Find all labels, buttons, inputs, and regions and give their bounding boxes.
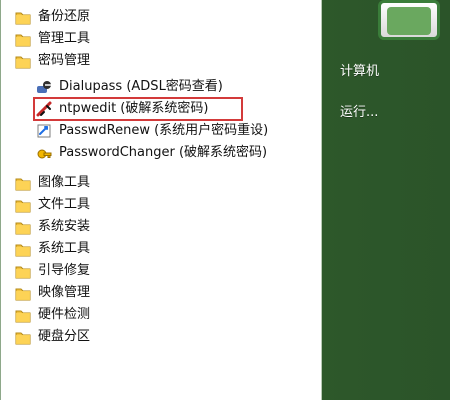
computer-link[interactable]: 计算机: [340, 60, 379, 79]
folder-icon: [14, 174, 32, 192]
folder-icon: [14, 284, 32, 302]
folder-icon: [14, 306, 32, 324]
start-menu: 备份还原 管理工具 密码管理 Dialupass (ADSL密码查看) ntpw…: [0, 0, 450, 400]
program-folder-backup-restore[interactable]: 备份还原: [14, 6, 335, 28]
folder-icon: [14, 262, 32, 280]
folder-icon: [14, 328, 32, 346]
program-label: 引导修复: [38, 263, 91, 278]
program-label: 文件工具: [38, 197, 91, 212]
program-item-passwordchanger[interactable]: PasswordChanger (破解系统密码): [35, 142, 356, 164]
program-folder-system-tools[interactable]: 系统工具: [14, 238, 335, 260]
program-label: PasswdRenew (系统用户密码重设): [59, 123, 269, 138]
program-folder-boot-repair[interactable]: 引导修复: [14, 260, 335, 282]
user-avatar[interactable]: [378, 0, 440, 40]
program-item-passwdrenew[interactable]: PasswdRenew (系统用户密码重设): [35, 120, 356, 142]
program-label: 管理工具: [38, 31, 91, 46]
folder-icon: [14, 196, 32, 214]
program-folder-admin-tools[interactable]: 管理工具: [14, 28, 335, 50]
run-label: 运行...: [340, 105, 379, 120]
program-folder-hardware-check[interactable]: 硬件检测: [14, 304, 335, 326]
folder-icon: [14, 30, 32, 48]
program-item-dialupass[interactable]: Dialupass (ADSL密码查看): [35, 76, 356, 98]
program-folder-file-tools[interactable]: 文件工具: [14, 194, 335, 216]
folder-icon: [14, 8, 32, 26]
program-folder-password-management[interactable]: 密码管理: [14, 50, 335, 72]
programs-panel: 备份还原 管理工具 密码管理 Dialupass (ADSL密码查看) ntpw…: [0, 0, 322, 400]
folder-icon: [14, 240, 32, 258]
program-label: PasswordChanger (破解系统密码): [59, 145, 268, 160]
program-label: 硬件检测: [38, 307, 91, 322]
program-label: 密码管理: [38, 53, 91, 68]
folder-icon: [14, 218, 32, 236]
program-label: Dialupass (ADSL密码查看): [59, 79, 223, 94]
program-label: 备份还原: [38, 9, 91, 24]
dialupass-icon: [35, 78, 53, 96]
program-folder-system-install[interactable]: 系统安装: [14, 216, 335, 238]
passwordchanger-icon: [35, 144, 53, 162]
program-label: 硬盘分区: [38, 329, 91, 344]
program-folder-image-management[interactable]: 映像管理: [14, 282, 335, 304]
passwdrenew-icon: [35, 122, 53, 140]
program-label: ntpwedit (破解系统密码): [59, 101, 209, 116]
program-label: 图像工具: [38, 175, 91, 190]
program-folder-image-tools[interactable]: 图像工具: [14, 172, 335, 194]
program-item-ntpwedit[interactable]: ntpwedit (破解系统密码): [35, 98, 356, 120]
folder-icon: [14, 52, 32, 70]
ntpwedit-icon: [35, 100, 53, 118]
program-label: 映像管理: [38, 285, 91, 300]
run-link[interactable]: 运行...: [340, 101, 378, 120]
program-label: 系统工具: [38, 241, 91, 256]
computer-label: 计算机: [340, 64, 380, 79]
avatar-image: [387, 7, 431, 35]
program-label: 系统安装: [38, 219, 91, 234]
program-folder-disk-partition[interactable]: 硬盘分区: [14, 326, 335, 348]
